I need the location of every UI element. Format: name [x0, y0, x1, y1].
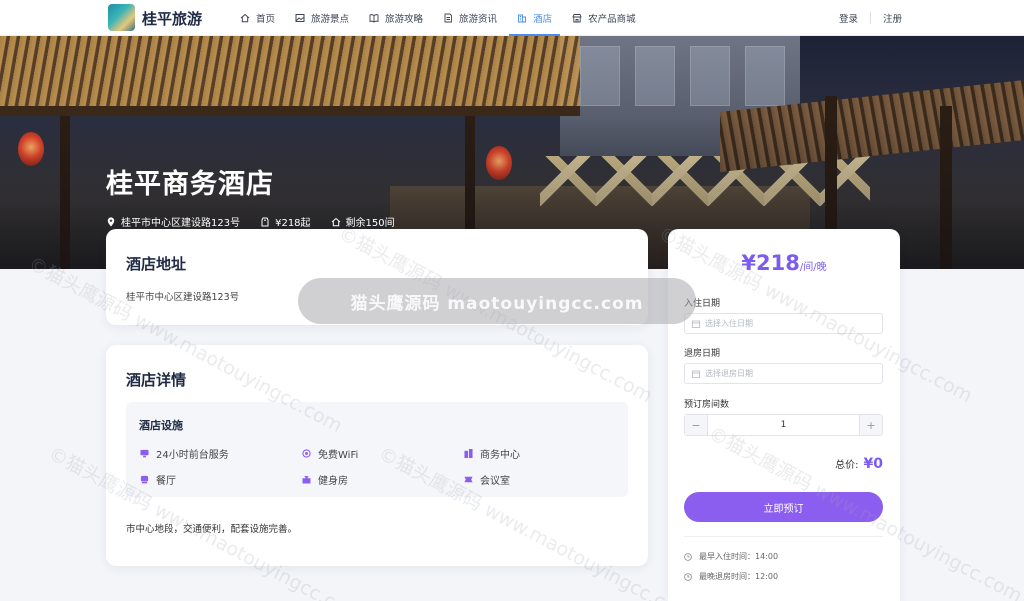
details-card: 酒店详情 酒店设施 24小时前台服务 免费WiFi 商务中心 餐厅 健身房 会议…: [106, 345, 648, 566]
nav-attractions[interactable]: 旅游景点: [287, 0, 357, 36]
nav-guides[interactable]: 旅游攻略: [361, 0, 431, 36]
gym-icon: [302, 475, 311, 484]
total-price: 总价: ¥0: [835, 456, 883, 472]
facility-item: 会议室: [464, 472, 510, 487]
checkin-date-input[interactable]: 选择入住日期: [684, 313, 883, 334]
tag-icon: [261, 217, 269, 226]
hotel-icon: [518, 14, 527, 23]
facility-label: 商务中心: [480, 450, 520, 461]
hotel-rooms-meta: 剩余150间: [331, 214, 395, 229]
facilities-heading: 酒店设施: [139, 419, 183, 432]
hotel-meta: 桂平市中心区建设路123号 ¥218起 剩余150间: [106, 214, 415, 229]
hotel-address-meta: 桂平市中心区建设路123号: [106, 214, 240, 229]
clock-icon: [684, 572, 692, 581]
total-value: ¥0: [863, 456, 883, 472]
checkin-time-text: 最早入住时间：14:00: [699, 552, 779, 561]
logo-text[interactable]: 桂平旅游: [142, 8, 202, 29]
facility-label: 会议室: [480, 476, 510, 487]
nav-attractions-label: 旅游景点: [311, 14, 350, 25]
auth-links: 登录 注册: [839, 0, 902, 36]
checkout-placeholder: 选择退房日期: [705, 369, 753, 378]
rooms-label: 预订房间数: [684, 400, 730, 410]
nav-home[interactable]: 首页: [232, 0, 283, 36]
increase-button[interactable]: +: [860, 415, 882, 435]
wifi-icon: [302, 449, 311, 458]
booking-card: ¥218/间/晚 入住日期 选择入住日期 退房日期 选择退房日期 预订房间数 −…: [668, 229, 900, 601]
house-icon: [331, 217, 340, 226]
facilities-box: 酒店设施 24小时前台服务 免费WiFi 商务中心 餐厅 健身房 会议室: [126, 402, 628, 497]
facility-label: 餐厅: [156, 476, 176, 487]
home-icon: [240, 13, 250, 23]
nav-hotel-label: 酒店: [533, 14, 553, 25]
restaurant-icon: [140, 475, 149, 484]
nav-news[interactable]: 旅游资讯: [435, 0, 505, 36]
login-link[interactable]: 登录: [839, 11, 858, 25]
checkin-placeholder: 选择入住日期: [705, 319, 753, 328]
booking-price-unit: /间/晚: [799, 262, 827, 273]
address-text: 桂平市中心区建设路123号: [126, 292, 240, 303]
booking-price-value: ¥218: [741, 251, 800, 275]
facility-item: 健身房: [302, 472, 348, 487]
address-heading: 酒店地址: [126, 255, 187, 273]
nav-shop[interactable]: 农产品商城: [564, 0, 644, 36]
nav-shop-label: 农产品商城: [588, 14, 636, 25]
checkout-time-note: 最晚退房时间：12:00: [684, 571, 778, 582]
hotel-rooms-left: 剩余150间: [345, 218, 395, 229]
facility-item: 24小时前台服务: [140, 446, 229, 461]
booking-price: ¥218/间/晚: [668, 251, 900, 275]
checkout-label: 退房日期: [684, 349, 721, 359]
nav-news-label: 旅游资讯: [459, 14, 498, 25]
logo-image[interactable]: [108, 4, 135, 31]
nav-home-label: 首页: [256, 14, 276, 25]
hotel-name: 桂平商务酒店: [106, 169, 274, 200]
calendar-icon: [692, 320, 700, 328]
calendar-icon: [692, 370, 700, 378]
hotel-description: 市中心地段，交通便利，配套设施完善。: [126, 524, 298, 535]
image-icon: [295, 14, 305, 22]
facility-label: 24小时前台服务: [156, 450, 229, 461]
facility-item: 免费WiFi: [302, 446, 358, 461]
total-label: 总价:: [835, 460, 859, 471]
hotel-price-meta: ¥218起: [260, 214, 311, 229]
building-icon: [464, 449, 473, 458]
hotel-price: ¥218起: [275, 218, 311, 229]
clock-icon: [684, 552, 692, 561]
facility-label: 免费WiFi: [318, 450, 359, 461]
facility-item: 餐厅: [140, 472, 176, 487]
register-link[interactable]: 注册: [883, 11, 902, 25]
location-pin-icon: [107, 216, 115, 226]
main-nav: 首页 旅游景点 旅游攻略 旅游资讯 酒店 农产品商城: [232, 0, 648, 36]
checkout-date-input[interactable]: 选择退房日期: [684, 363, 883, 384]
shop-icon: [572, 14, 582, 23]
checkin-time-note: 最早入住时间：14:00: [684, 551, 778, 562]
watermark-banner: 猫头鹰源码 maotouyingcc.com: [298, 278, 696, 324]
auth-divider: [869, 12, 871, 24]
nav-hotel[interactable]: 酒店: [509, 0, 561, 36]
desk-icon: [140, 449, 149, 458]
checkout-time-text: 最晚退房时间：12:00: [699, 572, 779, 581]
rooms-stepper: − 1 +: [684, 414, 883, 436]
top-nav-bar: 桂平旅游 首页 旅游景点 旅游攻略 旅游资讯 酒店 农产品商城 登录 注册: [0, 0, 1024, 36]
decrease-button[interactable]: −: [685, 415, 707, 435]
book-now-button[interactable]: 立即预订: [684, 492, 883, 522]
booking-divider: [684, 536, 883, 537]
book-icon: [369, 14, 379, 23]
meeting-icon: [464, 476, 473, 483]
nav-guides-label: 旅游攻略: [385, 14, 424, 25]
hotel-address: 桂平市中心区建设路123号: [121, 218, 241, 229]
details-heading: 酒店详情: [126, 371, 187, 389]
news-icon: [444, 13, 452, 23]
facility-item: 商务中心: [464, 446, 520, 461]
facility-label: 健身房: [318, 476, 348, 487]
rooms-count-input[interactable]: 1: [707, 415, 860, 435]
